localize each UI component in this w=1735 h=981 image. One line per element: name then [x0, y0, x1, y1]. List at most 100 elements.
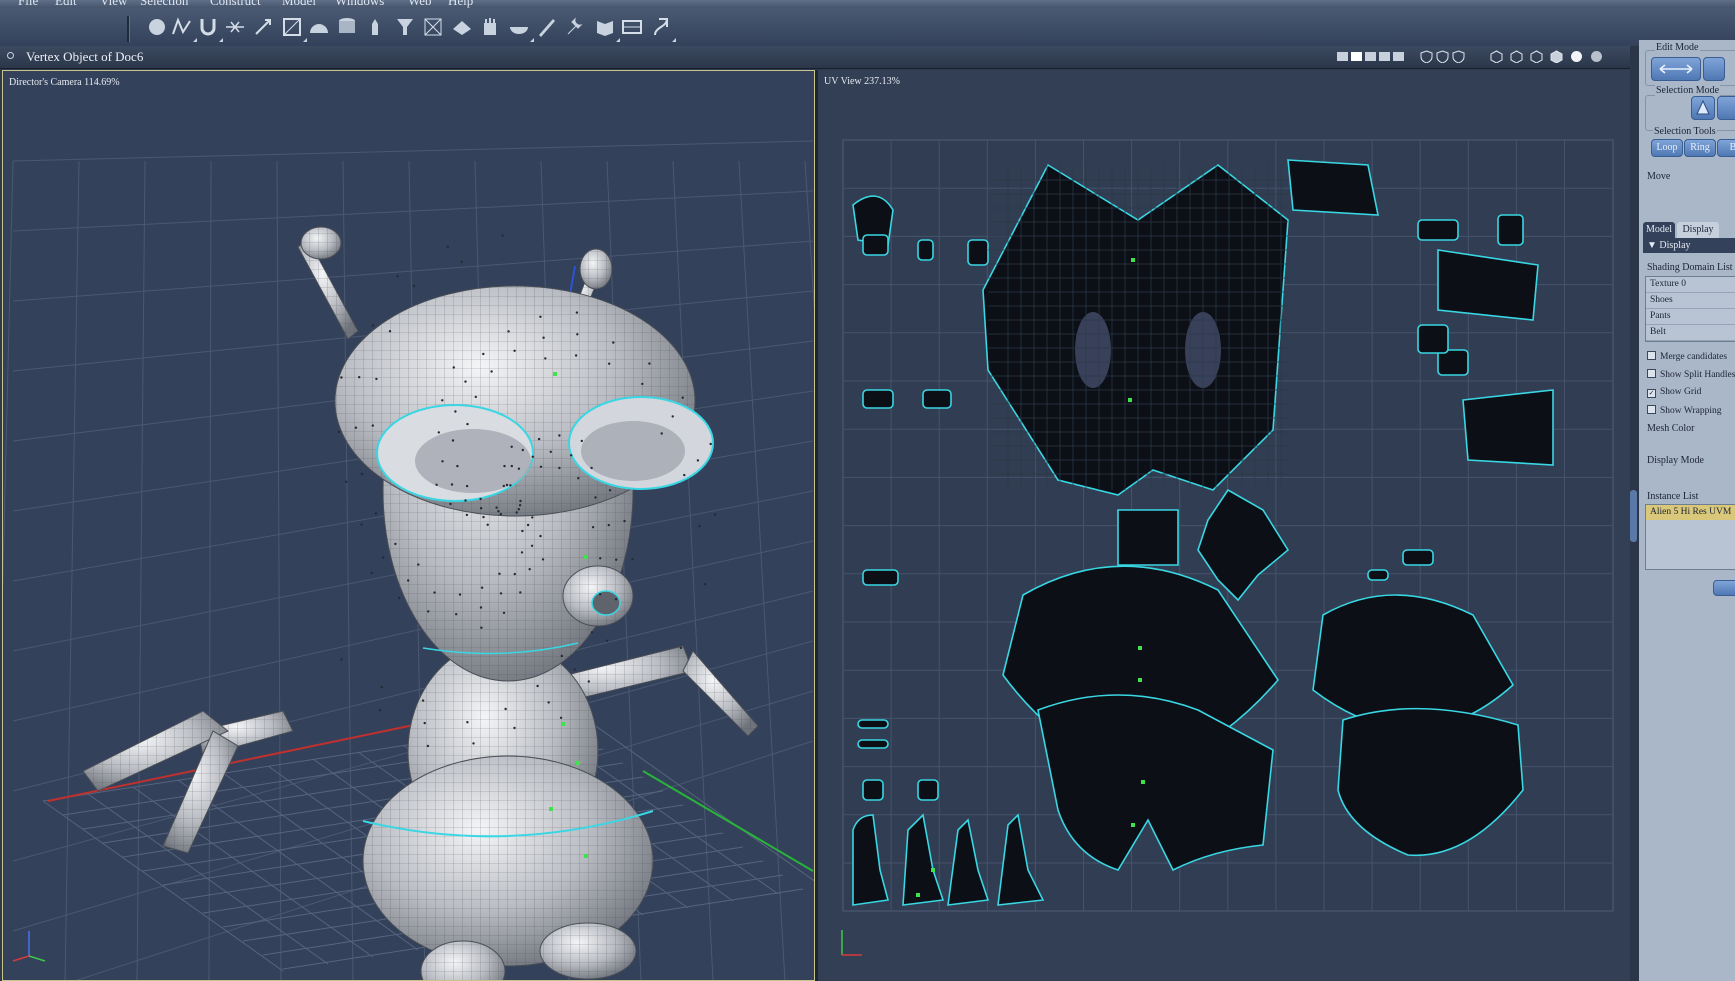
vertex-point — [696, 459, 700, 462]
layout-three-icon[interactable] — [1364, 50, 1377, 63]
tab-display[interactable]: Display — [1677, 222, 1719, 238]
vertex-point — [360, 523, 363, 526]
selected-uv-vertex — [1138, 678, 1142, 682]
grid-line — [136, 160, 146, 980]
bowl-icon[interactable] — [507, 15, 534, 42]
sphere-icon[interactable] — [145, 15, 169, 39]
domain-item[interactable]: Belt — [1646, 325, 1735, 341]
vertex-point — [379, 709, 382, 712]
vertex-point — [504, 707, 507, 711]
display-section-header[interactable]: ▼ Display — [1643, 238, 1735, 253]
vertex-point — [660, 432, 663, 435]
checkmark-icon[interactable]: ✓ — [1647, 389, 1656, 398]
panel-collapse-handle[interactable] — [1630, 490, 1637, 542]
menu-construct[interactable]: Construct — [210, 0, 261, 8]
layout-four-icon[interactable] — [1378, 50, 1391, 63]
uv-viewport[interactable]: UV View 237.13% — [818, 70, 1630, 981]
checkbox-box[interactable] — [1647, 405, 1656, 414]
layout-split-icon[interactable] — [1350, 50, 1363, 63]
uv-map-view[interactable] — [818, 70, 1630, 981]
checkbox-box[interactable] — [1647, 369, 1656, 378]
vertex-point — [441, 399, 444, 402]
menu-selection[interactable]: Selection — [140, 0, 188, 8]
shield-icon[interactable] — [1452, 50, 1465, 64]
wrench-icon[interactable] — [563, 15, 587, 39]
menu-edit[interactable]: Edit — [55, 0, 77, 8]
cube-solid-icon[interactable] — [1550, 50, 1563, 64]
vertex-point — [530, 544, 534, 547]
magnet-icon[interactable] — [196, 15, 223, 42]
cube-wire-icon[interactable] — [1510, 50, 1523, 64]
show-split-handles-checkbox[interactable]: Show Split Handles — [1647, 369, 1735, 380]
alien-model-view[interactable] — [3, 71, 815, 981]
loop-button[interactable]: Loop — [1651, 139, 1683, 157]
edit-mode-button[interactable] — [1651, 57, 1701, 81]
vertex-point — [497, 510, 500, 513]
plane-icon[interactable] — [450, 15, 474, 39]
vertex-point — [510, 464, 513, 468]
box-icon[interactable] — [421, 15, 445, 39]
funnel-icon[interactable] — [393, 15, 417, 39]
boundary-button[interactable]: B — [1717, 139, 1735, 157]
hand-icon[interactable] — [365, 15, 389, 39]
vertex-point — [456, 464, 459, 468]
vertex-point — [539, 465, 543, 468]
cube-outline-icon[interactable] — [1530, 50, 1543, 64]
vertex-point — [446, 245, 449, 248]
instance-action-button[interactable] — [1713, 580, 1735, 596]
vertex-point — [499, 512, 502, 516]
fold-icon[interactable] — [593, 15, 620, 42]
show-wrapping-checkbox[interactable]: Show Wrapping — [1647, 405, 1735, 416]
vertex-point — [681, 396, 684, 399]
sphere-flat-icon[interactable] — [1590, 50, 1603, 63]
checkbox-box[interactable] — [1647, 351, 1656, 360]
menu-model[interactable]: Model — [282, 0, 316, 8]
knife-icon[interactable] — [223, 15, 247, 39]
menu-file[interactable]: File — [18, 0, 38, 8]
pin-icon[interactable] — [251, 15, 275, 39]
tab-model[interactable]: Model — [1643, 222, 1675, 238]
bezier-icon[interactable] — [170, 15, 197, 42]
uv-island — [922, 389, 952, 409]
vertex-point — [371, 324, 375, 327]
vertex-point — [520, 551, 524, 554]
vertex-mode-button[interactable] — [1691, 96, 1715, 120]
pencil-icon[interactable] — [535, 15, 559, 39]
frame-icon[interactable] — [620, 15, 644, 39]
compass-icon[interactable] — [1490, 50, 1503, 64]
shield-icon[interactable] — [1436, 50, 1449, 64]
layout-grid-icon[interactable] — [1392, 50, 1405, 63]
dome-icon[interactable] — [307, 15, 331, 39]
move-arrows-icon — [1659, 64, 1693, 74]
glove-icon[interactable] — [478, 15, 502, 39]
vertex-point — [539, 534, 542, 538]
merge-candidates-checkbox[interactable]: Merge candidates — [1647, 351, 1735, 362]
menu-view[interactable]: View — [100, 0, 127, 8]
menu-help[interactable]: Help — [448, 0, 473, 8]
domain-item[interactable]: Texture 0 — [1646, 277, 1735, 293]
vertex-point — [558, 466, 561, 470]
edge-mode-button[interactable] — [1717, 96, 1735, 120]
domain-item[interactable]: Shoes — [1646, 293, 1735, 309]
vertex-point — [479, 606, 483, 609]
edit-mode-button-2[interactable] — [1703, 57, 1725, 81]
window-menu-icon[interactable] — [7, 52, 14, 59]
perspective-viewport[interactable]: Director's Camera 114.69% — [2, 70, 815, 981]
vertex-icon — [1696, 99, 1710, 115]
vertex-point — [458, 593, 462, 596]
bend-icon[interactable] — [649, 15, 676, 42]
head-top-shell — [1287, 159, 1379, 216]
vertex-point — [433, 591, 436, 594]
instance-item[interactable]: Alien 5 Hi Res UVM — [1646, 505, 1735, 520]
show-grid-checkbox[interactable]: ✓ Show Grid — [1647, 387, 1735, 398]
cylinder-icon[interactable] — [335, 15, 359, 39]
layout-single-icon[interactable] — [1336, 50, 1349, 63]
vertex-point — [466, 721, 469, 724]
sphere-shade-icon[interactable] — [1570, 50, 1583, 63]
ring-button[interactable]: Ring — [1684, 139, 1716, 157]
shield-icon[interactable] — [1420, 50, 1433, 64]
menu-windows[interactable]: Windows — [335, 0, 384, 8]
domain-item[interactable]: Pants — [1646, 309, 1735, 325]
menu-web[interactable]: Web — [408, 0, 432, 8]
scale-icon[interactable] — [280, 15, 307, 42]
